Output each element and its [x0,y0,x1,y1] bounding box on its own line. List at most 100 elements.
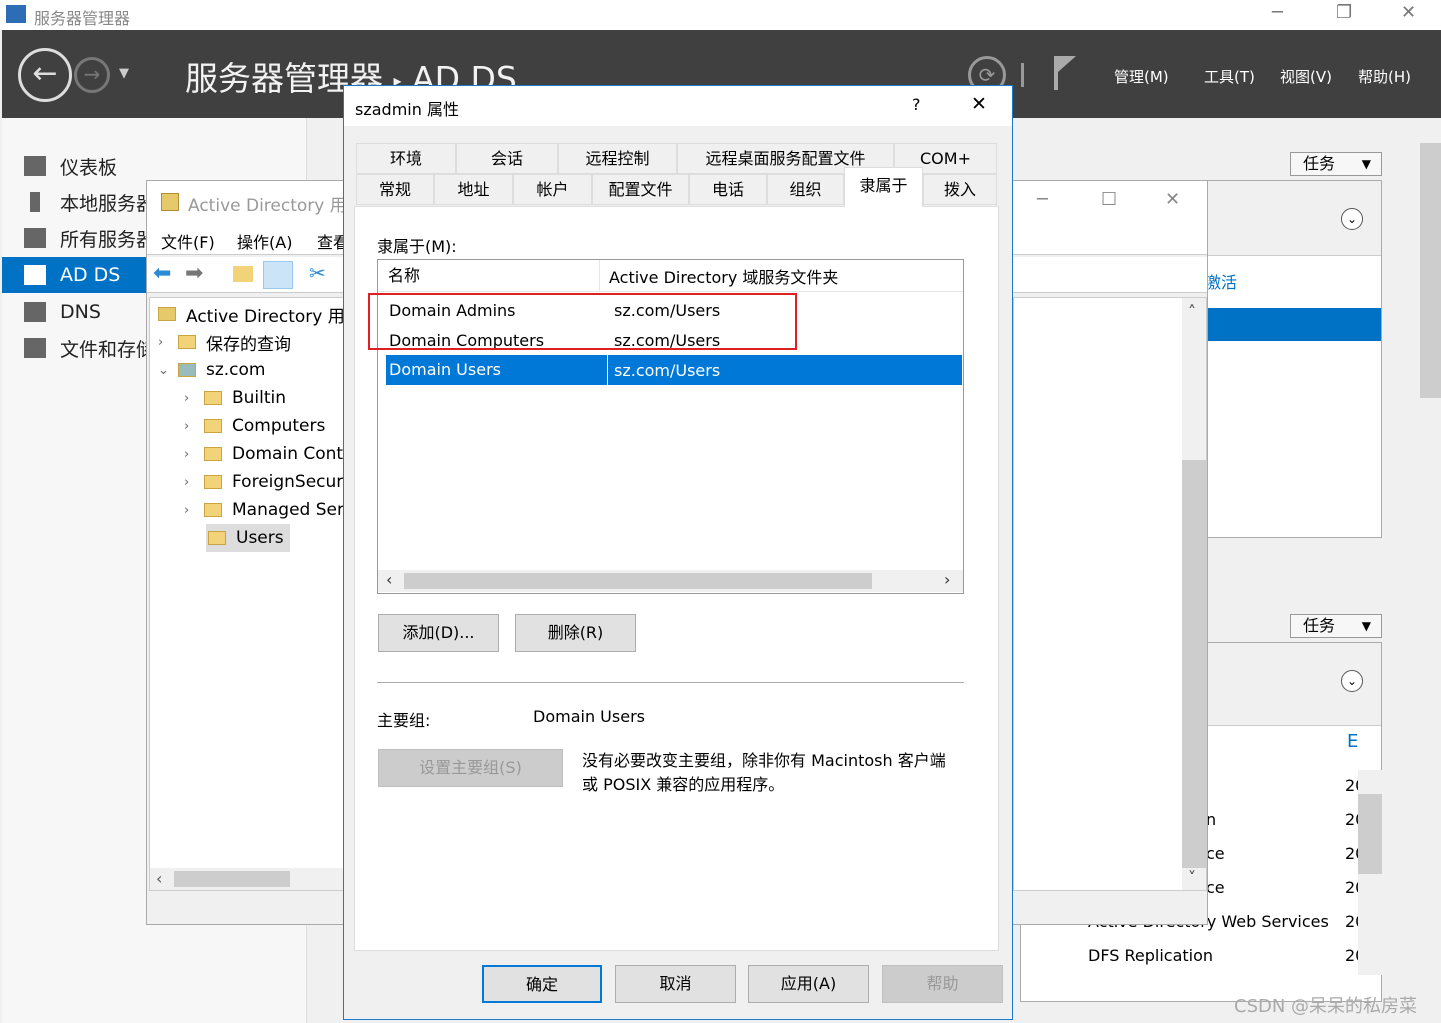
tab-remote-control[interactable]: 远程控制 [558,143,677,174]
help-dialog-button[interactable]: 帮助 [882,965,1003,1003]
tasks-label: 任务 [1303,154,1336,173]
up-folder-icon[interactable] [233,266,253,282]
tree-foreign-security-principals[interactable]: › ForeignSecurityPrincipals [184,468,344,496]
menu-view[interactable]: 视图(V) [1280,66,1332,87]
tab-organization[interactable]: 组织 [767,174,844,205]
expand-arrow-icon[interactable]: › [184,503,204,518]
tab-sessions[interactable]: 会话 [456,143,558,174]
tab-address[interactable]: 地址 [434,174,513,205]
service-value: 20 [1345,946,1358,965]
tree-label: Managed Service Accounts [232,500,344,520]
menu-help[interactable]: 帮助(H) [1358,66,1411,87]
dropdown-icon: ▼ [1361,619,1371,633]
tree-horizontal-scrollbar[interactable]: ‹ [150,868,344,890]
list-header: 名称 Active Directory 域服务文件夹 [378,259,963,292]
dialog-close-button[interactable]: ✕ [971,93,987,115]
cancel-button[interactable]: 取消 [615,965,736,1003]
tree-computers[interactable]: › Computers [184,412,325,440]
tab-account[interactable]: 帐户 [513,174,592,205]
tree-domain-controllers[interactable]: › Domain Controllers [184,440,344,468]
separator [377,682,964,683]
tree-domain[interactable]: ⌄ sz.com [158,356,266,384]
tab-profile[interactable]: 配置文件 [592,174,689,205]
apply-button[interactable]: 应用(A) [748,965,869,1003]
back-button[interactable]: ← [18,48,72,102]
tree-saved-queries[interactable]: › 保存的查询 [158,328,291,356]
ok-button[interactable]: 确定 [482,965,602,1003]
tree-managed-service-accounts[interactable]: › Managed Service Accounts [184,496,344,524]
mmc-maximize-button[interactable]: ☐ [1101,189,1117,210]
notifications-flag-icon[interactable] [1054,56,1078,90]
tree-label: ForeignSecurityPrincipals [232,472,344,492]
selected-row[interactable] [1191,308,1381,341]
tasks-button-2[interactable]: 任务 ▼ [1290,614,1382,638]
tab-general[interactable]: 常规 [356,174,434,205]
tree-label: Builtin [232,388,287,408]
primary-group-label: 主要组: [377,711,431,730]
window-title: 服务器管理器 [34,9,131,28]
help-button[interactable]: ? [912,95,921,114]
tree-root[interactable]: Active Directory 用户和计算机 [158,300,344,328]
collapse-arrow-icon[interactable]: ⌄ [158,363,178,378]
expand-chevron-icon[interactable]: ⌄ [1341,208,1363,230]
column-folder[interactable]: Active Directory 域服务文件夹 [600,264,838,288]
page-scrollbar[interactable] [1420,120,1441,1023]
mmc-minimize-button[interactable]: ─ [1037,189,1048,210]
tab-member-of[interactable]: 隶属于 [844,167,923,207]
list-row-selected[interactable]: Domain Users sz.com/Users [386,355,962,385]
menu-file[interactable]: 文件(F) [161,229,215,253]
close-button[interactable]: ✕ [1401,2,1416,23]
mmc-close-button[interactable]: ✕ [1165,189,1180,210]
tab-dial-in[interactable]: 拨入 [923,174,997,205]
restore-button[interactable]: ❐ [1336,2,1352,23]
remove-button[interactable]: 删除(R) [515,614,636,652]
set-primary-group-button[interactable]: 设置主要组(S) [378,749,563,787]
expand-arrow-icon[interactable]: › [184,447,204,462]
list-horizontal-scrollbar[interactable]: ‹ › [378,570,963,592]
tab-environment[interactable]: 环境 [356,143,456,174]
cut-icon[interactable]: ✂ [309,261,326,285]
service-value: 20 [1345,776,1358,795]
tab-telephones[interactable]: 电话 [689,174,767,205]
service-row[interactable]: ce [1206,878,1225,897]
add-button[interactable]: 添加(D)... [378,614,499,652]
show-hide-console-tree-icon[interactable] [263,261,293,289]
domain-icon [178,363,196,377]
vertical-scrollbar[interactable] [1358,770,1382,975]
ad-book-icon [158,307,176,321]
back-arrow-icon[interactable]: ⬅ [153,261,171,286]
forward-button[interactable]: → [74,57,110,93]
details-scrollbar[interactable]: ˄ ˅ [1182,298,1206,890]
column-header[interactable]: E [1347,731,1358,752]
forward-arrow-icon[interactable]: ➡ [185,261,203,286]
roles-panel: ⌄ 激活 [1190,180,1382,538]
service-value: 20 [1345,912,1358,931]
tasks-label: 任务 [1303,616,1336,635]
menu-tools[interactable]: 工具(T) [1204,66,1255,87]
expand-arrow-icon[interactable]: › [184,475,204,490]
minimize-button[interactable]: ─ [1272,2,1283,23]
panel-tab-active[interactable]: 激活 [1205,269,1237,293]
tree-users[interactable]: Users [206,524,290,552]
row-folder: sz.com/Users [614,360,721,380]
tasks-button-1[interactable]: 任务 ▼ [1290,152,1382,176]
expand-chevron-icon[interactable]: ⌄ [1341,670,1363,692]
all-servers-icon [24,228,46,248]
sidebar-item-dashboard[interactable]: 仪表板 [2,148,307,184]
menu-manage[interactable]: 管理(M) [1114,66,1169,87]
sidebar-item-label: 仪表板 [60,156,118,179]
expand-arrow-icon[interactable]: › [184,391,204,406]
tree-builtin[interactable]: › Builtin [184,384,286,412]
tree-label: Users [236,528,284,548]
expand-arrow-icon[interactable]: › [158,335,178,350]
folder-icon [208,531,226,545]
server-manager-icon [6,5,26,23]
expand-arrow-icon[interactable]: › [184,419,204,434]
service-row[interactable]: ce [1206,844,1225,863]
menu-action[interactable]: 操作(A) [237,229,292,253]
service-row[interactable]: DFS Replication [1088,946,1213,965]
sidebar-item-label: AD DS [60,264,121,286]
history-dropdown-icon[interactable]: ▼ [119,66,129,81]
sidebar-item-label: DNS [60,301,101,323]
column-name[interactable]: 名称 [378,259,600,292]
